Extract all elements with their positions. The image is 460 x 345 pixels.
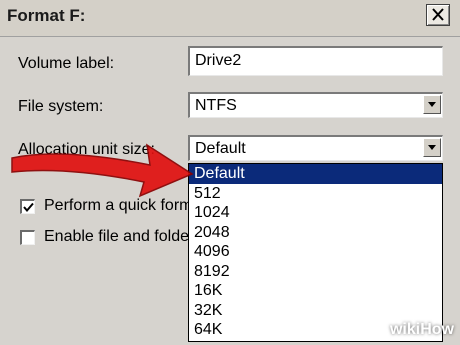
chevron-down-icon[interactable] — [423, 95, 441, 114]
checkmark-icon — [23, 202, 34, 213]
dropdown-option[interactable]: 32K — [189, 301, 442, 321]
close-button[interactable] — [426, 4, 450, 26]
dropdown-option[interactable]: 512 — [189, 184, 442, 204]
file-system-caption: File system: — [18, 98, 104, 115]
allocation-size-select[interactable]: Default — [188, 135, 443, 161]
allocation-size-dropdown-list[interactable]: Default 512 1024 2048 4096 8192 16K 32K … — [188, 163, 443, 342]
dropdown-option[interactable]: 16K — [189, 281, 442, 301]
volume-label-caption: Volume label: — [18, 55, 115, 72]
volume-label-value: Drive2 — [195, 52, 242, 69]
title-bar: Format F: — [0, 0, 460, 37]
window-title: Format F: — [7, 6, 86, 25]
chevron-down-icon[interactable] — [423, 138, 441, 157]
quick-format-label: Perform a quick format — [44, 197, 206, 214]
dropdown-option[interactable]: Default — [189, 164, 442, 184]
dropdown-option[interactable]: 8192 — [189, 262, 442, 282]
compression-checkbox[interactable] — [20, 230, 35, 245]
quick-format-checkbox[interactable] — [20, 199, 35, 214]
file-system-select[interactable]: NTFS — [188, 92, 443, 118]
allocation-size-caption: Allocation unit size: — [18, 141, 155, 158]
allocation-size-value: Default — [195, 140, 246, 157]
close-icon — [432, 8, 444, 21]
volume-label-input[interactable]: Drive2 — [188, 46, 443, 76]
watermark-prefix: wiki — [389, 321, 421, 338]
file-system-value: NTFS — [195, 97, 237, 114]
wikihow-watermark: wikiHow — [390, 321, 454, 339]
dropdown-option[interactable]: 4096 — [189, 242, 442, 262]
dropdown-option[interactable]: 1024 — [189, 203, 442, 223]
dropdown-option[interactable]: 2048 — [189, 223, 442, 243]
watermark-suffix: How — [420, 321, 454, 338]
